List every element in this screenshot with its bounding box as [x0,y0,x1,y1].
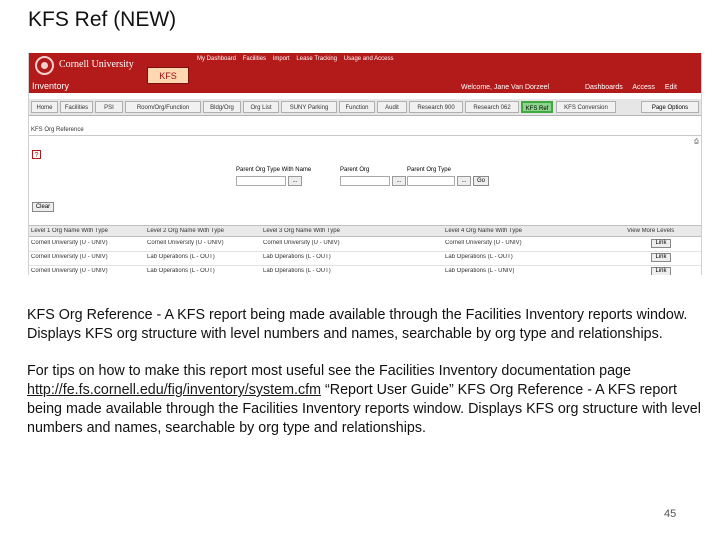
header-banner: Cornell University KFS Inventory My Dash… [29,53,701,93]
tips-prefix: For tips on how to make this report most… [27,363,631,379]
dashboards-link[interactable]: Dashboards [585,84,623,91]
table-cell: Cornell University (U - UNIV) [147,240,224,246]
section-name: Inventory [32,81,70,91]
app-screenshot: Cornell University KFS Inventory My Dash… [28,53,702,275]
parent-org-lookup-button[interactable]: ... [392,176,406,186]
tips-paragraph: For tips on how to make this report most… [27,362,702,438]
table-cell: Cornell University (U - UNIV) [31,254,108,260]
clear-button[interactable]: Clear [32,202,54,212]
tab-org-list[interactable]: Org List [243,101,279,113]
table-row: Cornell University (U - UNIV) Cornell Un… [29,237,701,252]
table-cell: Cornell University (U - UNIV) [31,268,108,274]
page-number: 45 [664,508,677,520]
tab-research-062[interactable]: Research 062 [465,101,519,113]
table-row: Cornell University (U - UNIV) Lab Operat… [29,265,701,275]
filter-label-parent-org-type: Parent Org Type [407,167,451,173]
table-cell: Lab Operations (L - OUT) [445,254,513,260]
parent-org-type-input[interactable] [407,176,455,186]
column-header[interactable]: Level 4 Org Name With Type [445,228,522,234]
page-options-menu[interactable]: Page Options [641,101,699,113]
table-row: Cornell University (U - UNIV) Lab Operat… [29,251,701,266]
table-cell: Lab Operations (L - OUT) [263,254,331,260]
tab-room-org-function[interactable]: Room/Org/Function [125,101,201,113]
tab-suny-parking[interactable]: SUNY Parking [281,101,337,113]
view-more-link-button[interactable]: Link [651,267,671,275]
slide-title: KFS Ref (NEW) [28,8,177,31]
welcome-text: Welcome, Jane Van Dorzeel [461,84,550,91]
column-header[interactable]: Level 1 Org Name With Type [31,228,108,234]
table-cell: Cornell University (U - UNIV) [31,240,108,246]
top-link-dashboard[interactable]: My Dashboard [197,56,236,62]
module-badge: KFS [147,67,189,84]
go-button[interactable]: Go [473,176,489,186]
tab-research-900[interactable]: Research 900 [409,101,463,113]
top-links: My Dashboard Facilities Import Lease Tra… [197,56,398,62]
table-cell: Cornell University (U - UNIV) [445,240,522,246]
parent-org-type-lookup-button[interactable]: ... [457,176,471,186]
top-link-usage[interactable]: Usage and Access [344,56,394,62]
university-seal-icon [35,56,54,75]
print-icon[interactable]: ⎙ [694,139,699,146]
tab-psi[interactable]: PSI [95,101,123,113]
help-icon[interactable]: ? [32,150,41,159]
view-more-link-button[interactable]: Link [651,239,671,248]
tab-bldg-org[interactable]: Bldg/Org [203,101,241,113]
filter-label-parent-org: Parent Org [340,167,370,173]
table-cell: Lab Operations (L - UNIV) [445,268,515,274]
table-cell: Lab Operations (L - OUT) [147,254,215,260]
description-paragraph: KFS Org Reference - A KFS report being m… [27,307,688,342]
top-link-lease[interactable]: Lease Tracking [296,56,337,62]
table-cell: Lab Operations (L - OUT) [263,268,331,274]
table-header: Level 1 Org Name With Type Level 2 Org N… [29,225,701,237]
tab-function[interactable]: Function [339,101,375,113]
table-cell: Cornell University (U - UNIV) [263,240,340,246]
tab-kfs-conversion[interactable]: KFS Conversion [556,101,616,113]
access-link[interactable]: Access [632,84,655,91]
view-more-link-button[interactable]: Link [651,253,671,262]
page-title: KFS Org Reference [29,125,701,136]
top-link-import[interactable]: Import [273,56,290,62]
tab-audit[interactable]: Audit [377,101,407,113]
parent-org-input[interactable] [340,176,390,186]
table-cell: Lab Operations (L - OUT) [147,268,215,274]
tab-home[interactable]: Home [31,101,58,113]
top-link-facilities[interactable]: Facilities [243,56,266,62]
user-links: Dashboards Access Edit [585,84,685,91]
tab-kfs-ref[interactable]: KFS Ref [521,101,553,113]
column-header[interactable]: Level 2 Org Name With Type [147,228,224,234]
parent-org-type-name-input[interactable] [236,176,286,186]
parent-org-type-name-lookup-button[interactable]: ... [288,176,302,186]
tab-bar: Home Facilities PSI Room/Org/Function Bl… [29,99,701,116]
edit-link[interactable]: Edit [665,84,677,91]
filter-label-parent-org-type-name: Parent Org Type With Name [236,167,312,173]
column-header: View More Levels [627,228,675,234]
tab-facilities[interactable]: Facilities [60,101,93,113]
documentation-link[interactable]: http://fe.fs.cornell.edu/fig/inventory/s… [27,382,321,398]
university-name: Cornell University [59,59,134,70]
column-header[interactable]: Level 3 Org Name With Type [263,228,340,234]
